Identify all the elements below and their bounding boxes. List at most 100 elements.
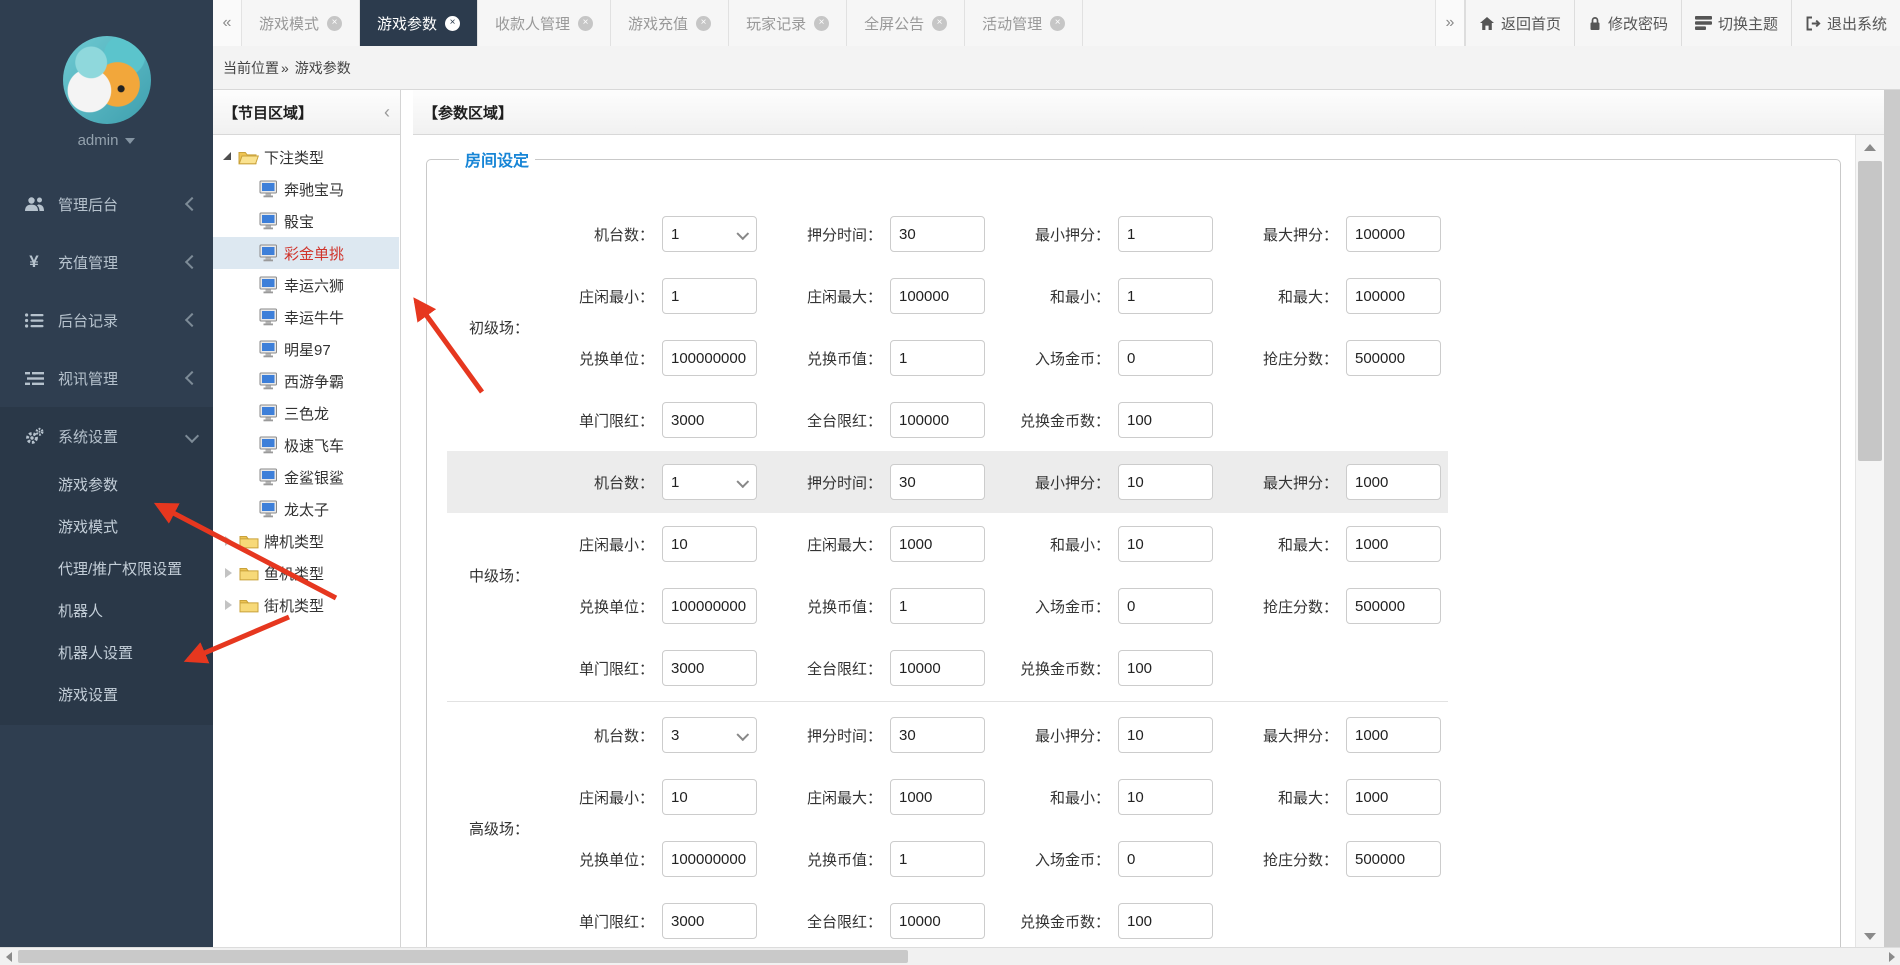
param-input[interactable] <box>1118 717 1213 753</box>
close-icon[interactable]: × <box>696 15 712 31</box>
close-icon[interactable]: × <box>578 15 594 31</box>
tree-item-lucky-six-lions[interactable]: 幸运六狮 <box>213 269 400 301</box>
tab-fullscreen-notice[interactable]: 全屏公告 × <box>847 0 966 46</box>
tree-item-dragon-prince[interactable]: 龙太子 <box>213 493 400 525</box>
tree-item-gold-silver-shark[interactable]: 金鲨银鲨 <box>213 461 400 493</box>
param-input[interactable] <box>662 278 757 314</box>
close-icon[interactable]: × <box>814 15 830 31</box>
param-input[interactable] <box>1118 779 1213 815</box>
param-select[interactable]: 1 <box>662 216 757 252</box>
collapse-panel-button[interactable]: ‹ <box>384 102 390 123</box>
param-input[interactable] <box>890 588 985 624</box>
param-input[interactable] <box>890 402 985 438</box>
sidebar-subitem-agent-promo-permissions[interactable]: 代理/推广权限设置 <box>0 549 213 591</box>
sidebar-subitem-game-mode[interactable]: 游戏模式 <box>0 507 213 549</box>
param-input[interactable] <box>1118 903 1213 939</box>
sidebar-subitem-robot-settings[interactable]: 机器人设置 <box>0 633 213 675</box>
change-password-button[interactable]: 修改密码 <box>1573 0 1681 46</box>
sidebar-item-video-mgmt[interactable]: 视讯管理 <box>0 349 213 407</box>
tree-folder-card-machine-type[interactable]: 牌机类型 <box>213 525 400 557</box>
param-input[interactable] <box>662 588 757 624</box>
param-input[interactable] <box>662 903 757 939</box>
tree-item-speed-racing[interactable]: 极速飞车 <box>213 429 400 461</box>
sidebar-subitem-game-settings[interactable]: 游戏设置 <box>0 675 213 717</box>
sidebar-item-recharge-mgmt[interactable]: ¥ 充值管理 <box>0 233 213 291</box>
tree-item-caijin-solo[interactable]: 彩金单挑 <box>213 237 399 269</box>
close-icon[interactable]: × <box>445 15 461 31</box>
param-input[interactable] <box>1346 779 1441 815</box>
param-input[interactable] <box>1346 526 1441 562</box>
user-menu[interactable]: admin <box>0 132 213 149</box>
param-select[interactable]: 1 <box>662 464 757 500</box>
tab-activity-mgmt[interactable]: 活动管理 × <box>965 0 1084 46</box>
param-input[interactable] <box>1118 340 1213 376</box>
param-input[interactable] <box>1346 216 1441 252</box>
param-input[interactable] <box>890 216 985 252</box>
param-input[interactable] <box>1346 588 1441 624</box>
scroll-down-button[interactable] <box>1856 924 1884 948</box>
param-input[interactable] <box>890 340 985 376</box>
param-input[interactable] <box>662 841 757 877</box>
scroll-right-button[interactable] <box>1883 948 1900 965</box>
tab-payee-mgmt[interactable]: 收款人管理 × <box>478 0 612 46</box>
sidebar-subitem-robot[interactable]: 机器人 <box>0 591 213 633</box>
tab-player-records[interactable]: 玩家记录 × <box>729 0 848 46</box>
param-input[interactable] <box>1346 464 1441 500</box>
param-select[interactable]: 3 <box>662 717 757 753</box>
param-input[interactable] <box>662 779 757 815</box>
close-icon[interactable]: × <box>1050 15 1066 31</box>
tree-folder-arcade-type[interactable]: 街机类型 <box>213 589 400 621</box>
param-input[interactable] <box>662 402 757 438</box>
tree-expanded-icon[interactable] <box>223 152 231 160</box>
param-input[interactable] <box>662 340 757 376</box>
param-input[interactable] <box>1118 464 1213 500</box>
horizontal-scrollbar-thumb[interactable] <box>18 950 908 963</box>
param-input[interactable] <box>890 841 985 877</box>
tree-item-tricolor-dragon[interactable]: 三色龙 <box>213 397 400 429</box>
param-input[interactable] <box>1118 402 1213 438</box>
param-input[interactable] <box>890 650 985 686</box>
tab-game-params[interactable]: 游戏参数 × <box>360 0 479 46</box>
param-input[interactable] <box>890 717 985 753</box>
scroll-left-button[interactable] <box>0 948 17 965</box>
tree-collapsed-icon[interactable] <box>225 600 232 610</box>
param-input[interactable] <box>1118 650 1213 686</box>
vertical-scrollbar-thumb[interactable] <box>1858 161 1882 461</box>
sidebar-subitem-game-params[interactable]: 游戏参数 <box>0 465 213 507</box>
home-button[interactable]: 返回首页 <box>1464 0 1574 46</box>
param-input[interactable] <box>1118 526 1213 562</box>
tree-item-benz-bmw[interactable]: 奔驰宝马 <box>213 173 400 205</box>
param-input[interactable] <box>890 903 985 939</box>
param-input[interactable] <box>1118 841 1213 877</box>
param-input[interactable] <box>890 779 985 815</box>
param-input[interactable] <box>1346 717 1441 753</box>
tab-scroll-left-button[interactable]: « <box>213 0 242 46</box>
tab-scroll-right-button[interactable]: » <box>1434 0 1465 46</box>
param-input[interactable] <box>1118 278 1213 314</box>
tree-item-star-97[interactable]: 明星97 <box>213 333 400 365</box>
param-input[interactable] <box>1118 588 1213 624</box>
param-input[interactable] <box>1346 841 1441 877</box>
close-icon[interactable]: × <box>327 15 343 31</box>
param-input[interactable] <box>1346 340 1441 376</box>
tree-item-sicbo[interactable]: 骰宝 <box>213 205 400 237</box>
tree-item-lucky-niuniu[interactable]: 幸运牛牛 <box>213 301 400 333</box>
tree-item-journey-west[interactable]: 西游争霸 <box>213 365 400 397</box>
param-input[interactable] <box>1118 216 1213 252</box>
close-icon[interactable]: × <box>932 15 948 31</box>
page-vertical-scrollbar[interactable] <box>1884 90 1900 948</box>
tree-root-betting-type[interactable]: 下注类型 <box>213 141 400 173</box>
param-input[interactable] <box>890 526 985 562</box>
tree-collapsed-icon[interactable] <box>225 536 232 546</box>
sidebar-item-backend-records[interactable]: 后台记录 <box>0 291 213 349</box>
switch-theme-button[interactable]: 切换主题 <box>1680 0 1791 46</box>
param-input[interactable] <box>890 278 985 314</box>
sidebar-item-system-settings[interactable]: 系统设置 <box>0 407 213 465</box>
tree-collapsed-icon[interactable] <box>225 568 232 578</box>
logout-button[interactable]: 退出系统 <box>1790 0 1900 46</box>
param-input[interactable] <box>662 650 757 686</box>
param-input[interactable] <box>662 526 757 562</box>
param-input[interactable] <box>1346 278 1441 314</box>
sidebar-item-admin-backend[interactable]: 管理后台 <box>0 175 213 233</box>
tab-game-mode[interactable]: 游戏模式 × <box>242 0 361 46</box>
